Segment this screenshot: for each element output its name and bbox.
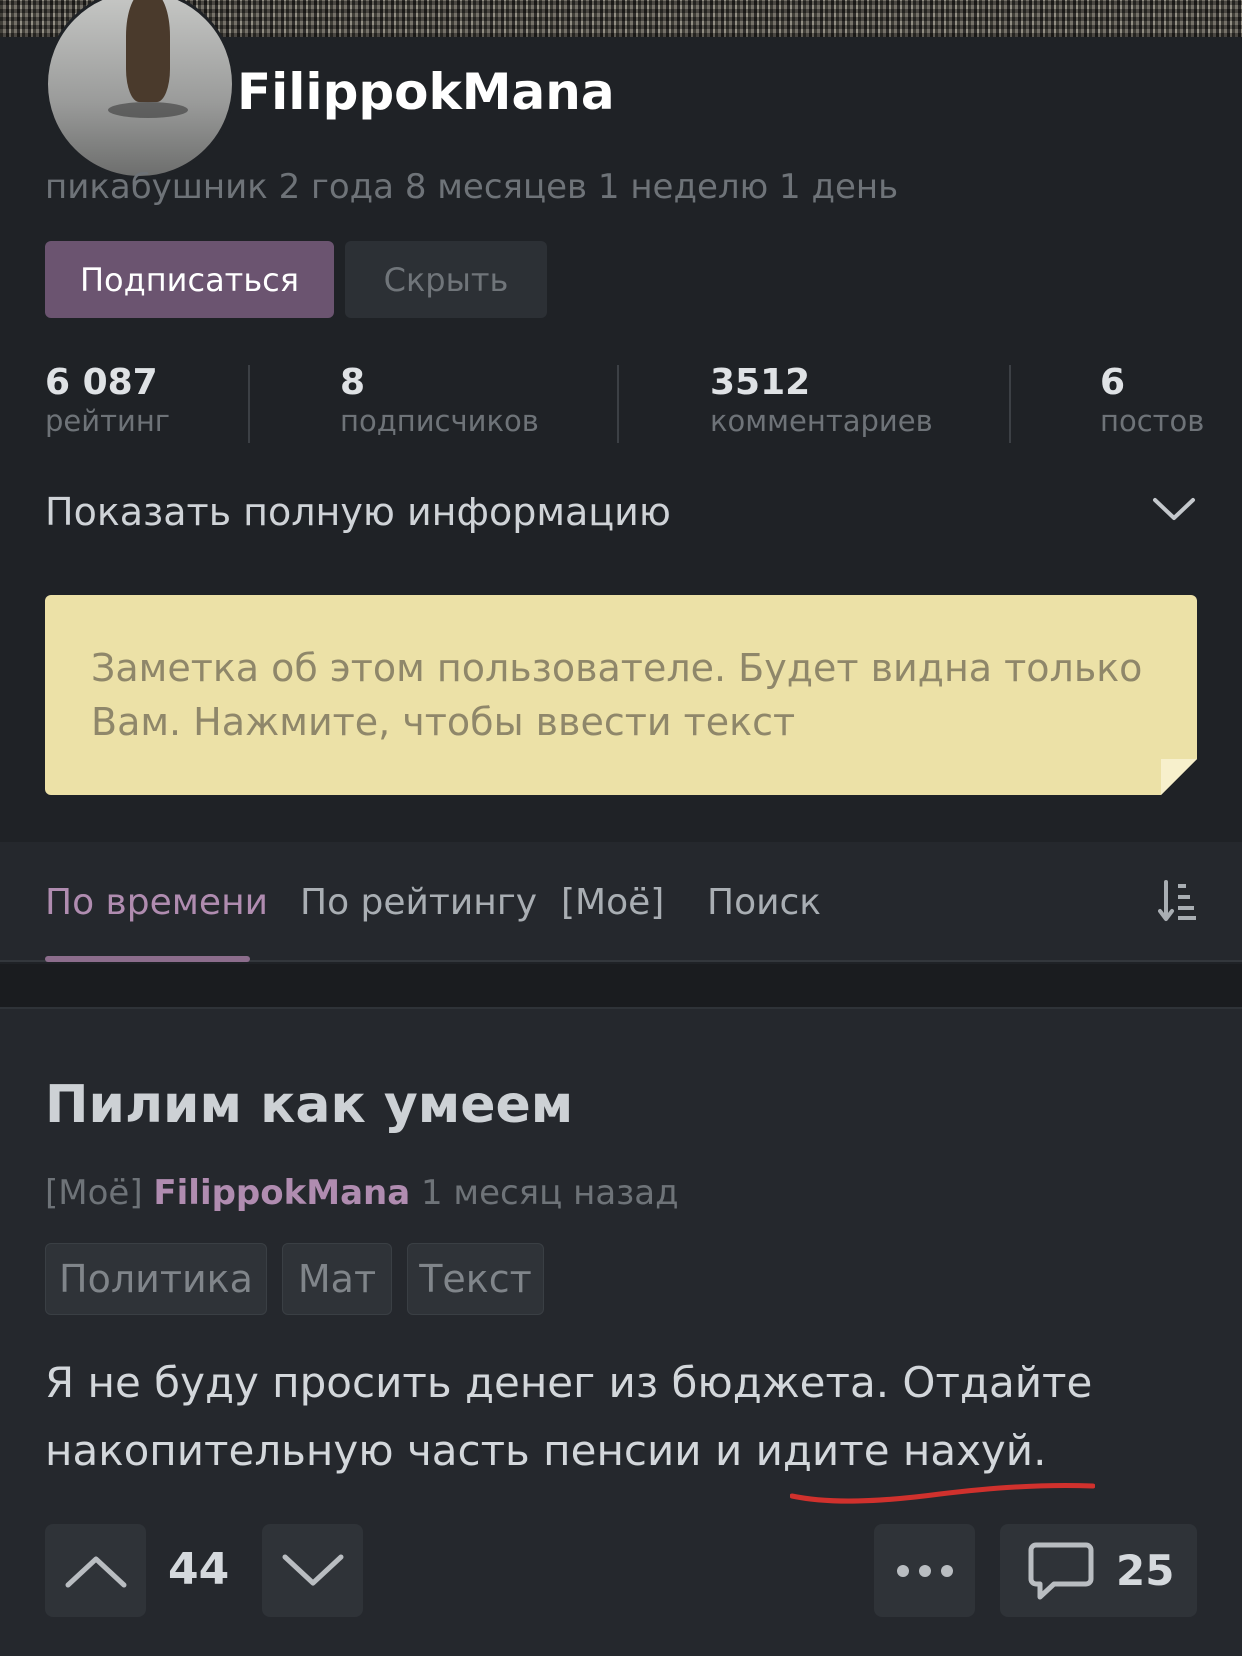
feed-separator: [0, 964, 1242, 1009]
ellipsis-icon: [896, 1564, 953, 1577]
post-body: Я не буду просить денег из бюджета. Отда…: [45, 1358, 1093, 1475]
post-sort-tabs: По времени По рейтингу [Моё] Поиск: [0, 842, 1242, 962]
tab-search[interactable]: Поиск: [707, 882, 821, 923]
stats-row: 6 087 рейтинг 8 подписчиков 3512 коммент…: [0, 363, 1242, 443]
stat-posts[interactable]: 6 постов: [1100, 363, 1204, 439]
post-rating: 44: [168, 1544, 230, 1595]
stat-divider: [1009, 365, 1011, 443]
post-meta: [Моё] FilippokMana 1 месяц назад: [45, 1173, 679, 1213]
tab-mine[interactable]: [Моё]: [561, 882, 664, 923]
chevron-down-icon: [282, 1554, 343, 1585]
stat-value: 8: [340, 362, 366, 403]
chevron-up-icon: [65, 1556, 126, 1587]
stat-label: комментариев: [710, 404, 933, 438]
tenure-text: пикабушник 2 года 8 месяцев 1 неделю 1 д…: [45, 167, 899, 207]
stat-subscribers[interactable]: 8 подписчиков: [340, 363, 539, 439]
post-card: Пилим как умеем [Моё] FilippokMana 1 мес…: [0, 1009, 1242, 1656]
tag-text[interactable]: Текст: [407, 1243, 544, 1315]
stat-comments[interactable]: 3512 комментариев: [710, 363, 933, 439]
post-mine-tag[interactable]: [Моё]: [45, 1173, 143, 1213]
note-placeholder: Заметка об этом пользователе. Будет видн…: [91, 646, 1143, 744]
stat-divider: [617, 365, 619, 443]
comments-count: 25: [1116, 1546, 1175, 1595]
avatar-shadow: [108, 102, 188, 118]
stat-value: 6: [1100, 362, 1126, 403]
comment-bubble-icon: [1028, 1542, 1094, 1599]
downvote-button[interactable]: [262, 1524, 363, 1617]
post-time: 1 месяц назад: [420, 1173, 679, 1213]
sort-icon[interactable]: [1158, 880, 1198, 922]
tag-politics[interactable]: Политика: [45, 1243, 267, 1315]
stat-value: 3512: [710, 362, 811, 403]
post-title[interactable]: Пилим как умеем: [45, 1075, 573, 1135]
stat-label: постов: [1100, 404, 1205, 438]
avatar-bird-image: [126, 0, 170, 102]
tab-by-time[interactable]: По времени: [45, 882, 268, 923]
avatar[interactable]: [45, 0, 235, 179]
subscribe-button[interactable]: Подписаться: [45, 241, 334, 318]
red-annotation-underline: [790, 1482, 1095, 1504]
tag-mat[interactable]: Мат: [282, 1243, 392, 1315]
stat-rating[interactable]: 6 087 рейтинг: [45, 363, 170, 439]
page-fold-icon: [1161, 759, 1197, 795]
stat-value: 6 087: [45, 362, 158, 403]
post-author[interactable]: FilippokMana: [153, 1173, 410, 1213]
user-note-field[interactable]: Заметка об этом пользователе. Будет видн…: [45, 595, 1197, 795]
profile-header: FilippokMana пикабушник 2 года 8 месяцев…: [0, 0, 1242, 842]
stat-label: рейтинг: [45, 404, 171, 438]
more-options-button[interactable]: [874, 1524, 975, 1617]
hide-button[interactable]: Скрыть: [345, 241, 547, 318]
comments-button[interactable]: 25: [1000, 1524, 1197, 1617]
chevron-down-icon[interactable]: [1152, 494, 1196, 524]
stat-divider: [248, 365, 250, 443]
show-full-info-link[interactable]: Показать полную информацию: [45, 490, 671, 534]
username: FilippokMana: [237, 63, 615, 121]
active-tab-indicator: [45, 956, 250, 962]
stat-label: подписчиков: [340, 404, 539, 438]
upvote-button[interactable]: [45, 1524, 146, 1617]
tab-by-rating[interactable]: По рейтингу: [300, 882, 537, 923]
